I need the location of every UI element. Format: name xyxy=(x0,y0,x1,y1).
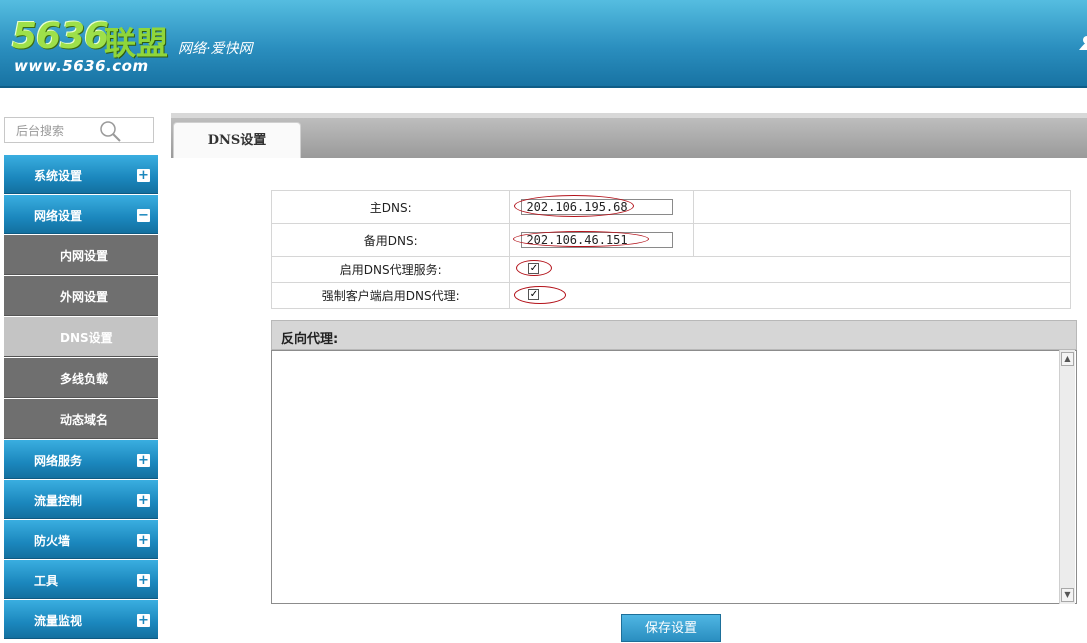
tab-dns-settings[interactable]: DNS设置 xyxy=(173,122,301,158)
sidebar-subitem-label: 多线负载 xyxy=(60,372,109,386)
sidebar-item-system[interactable]: 系统设置 + xyxy=(4,155,158,194)
primary-dns-cell xyxy=(509,190,694,224)
logo-slogan: 网络·爱快网 xyxy=(178,41,253,57)
sidebar-item-label: 流量监视 xyxy=(34,614,83,628)
scroll-up-icon[interactable]: ▲ xyxy=(1061,352,1074,366)
sidebar-item-firewall[interactable]: 防火墙 + xyxy=(4,520,158,559)
reverse-proxy-textarea[interactable] xyxy=(271,350,1077,604)
sidebar-subitem-label: 内网设置 xyxy=(60,249,109,263)
sidebar-item-label: 网络设置 xyxy=(34,209,83,223)
secondary-dns-cell xyxy=(509,223,694,257)
logo-number: 5636 xyxy=(12,16,109,57)
sidebar-menu: 系统设置 + 网络设置 − 内网设置 外网设置 DNS设置 多线负载 动态域名 … xyxy=(4,155,158,640)
sidebar-subitem-wan[interactable]: 外网设置 xyxy=(4,276,158,316)
dns-proxy-cell: ✓ xyxy=(509,256,1071,283)
sidebar-item-label: 防火墙 xyxy=(34,534,71,548)
search-icon[interactable] xyxy=(98,120,122,142)
search-placeholder: 后台搜索 xyxy=(16,124,65,138)
search-input[interactable]: 后台搜索 xyxy=(4,117,154,143)
top-header: 5636 联盟 www.5636.com 网络·爱快网 xyxy=(0,0,1087,88)
plus-icon[interactable]: + xyxy=(137,534,150,547)
scroll-down-icon[interactable]: ▼ xyxy=(1061,588,1074,602)
sidebar-item-traffic-control[interactable]: 流量控制 + xyxy=(4,480,158,519)
plus-icon[interactable]: + xyxy=(137,574,150,587)
sidebar-subitem-label: 外网设置 xyxy=(60,290,109,304)
plus-icon[interactable]: + xyxy=(137,169,150,182)
plus-icon[interactable]: + xyxy=(137,454,150,467)
primary-dns-input[interactable] xyxy=(521,199,674,215)
dns-form: 主DNS: 备用DNS: 启用DNS代理服务: ✓ 强制客户端启用DNS代理: … xyxy=(270,190,1072,309)
sidebar-item-label: 网络服务 xyxy=(34,454,83,468)
sidebar-subitem-label: DNS设置 xyxy=(60,331,113,345)
sidebar-subitem-multiline[interactable]: 多线负载 xyxy=(4,358,158,398)
reverse-proxy-header: 反向代理: xyxy=(271,320,1077,350)
force-client-checkbox[interactable]: ✓ xyxy=(528,289,540,300)
sidebar-item-label: 工具 xyxy=(34,574,59,588)
reverse-proxy-title: 反向代理: xyxy=(281,332,339,347)
user-icon[interactable] xyxy=(1079,36,1087,50)
sidebar-subitem-dns[interactable]: DNS设置 xyxy=(4,317,158,357)
annotation-ellipse xyxy=(514,286,567,304)
sidebar-item-network[interactable]: 网络设置 − xyxy=(4,195,158,234)
secondary-dns-label: 备用DNS: xyxy=(270,223,511,257)
sidebar-item-label: 流量控制 xyxy=(34,494,83,508)
force-client-cell: ✓ xyxy=(509,282,1071,309)
sidebar-item-tools[interactable]: 工具 + xyxy=(4,560,158,599)
primary-dns-label: 主DNS: xyxy=(270,190,511,224)
sidebar-item-network-service[interactable]: 网络服务 + xyxy=(4,440,158,479)
secondary-dns-input[interactable] xyxy=(521,232,674,248)
sidebar-item-traffic-monitor[interactable]: 流量监视 + xyxy=(4,600,158,639)
dns-proxy-checkbox[interactable]: ✓ xyxy=(528,263,540,274)
plus-icon[interactable]: + xyxy=(137,494,150,507)
tab-bar: DNS设置 xyxy=(171,118,1087,158)
blank-cell xyxy=(692,190,1072,224)
logo-url: www.5636.com xyxy=(14,57,149,75)
dns-proxy-label: 启用DNS代理服务: xyxy=(270,256,511,283)
sidebar-subitem-label: 动态域名 xyxy=(60,413,109,427)
plus-icon[interactable]: + xyxy=(137,614,150,627)
sidebar-subitem-lan[interactable]: 内网设置 xyxy=(4,235,158,275)
save-button[interactable]: 保存设置 xyxy=(621,614,721,642)
force-client-label: 强制客户端启用DNS代理: xyxy=(270,282,511,309)
reverse-proxy-scrollbar[interactable]: ▲ ▼ xyxy=(1059,350,1075,604)
sidebar-subitem-ddns[interactable]: 动态域名 xyxy=(4,399,158,439)
sidebar-item-label: 系统设置 xyxy=(34,169,83,183)
blank-cell xyxy=(692,223,1072,257)
minus-icon[interactable]: − xyxy=(137,209,150,222)
